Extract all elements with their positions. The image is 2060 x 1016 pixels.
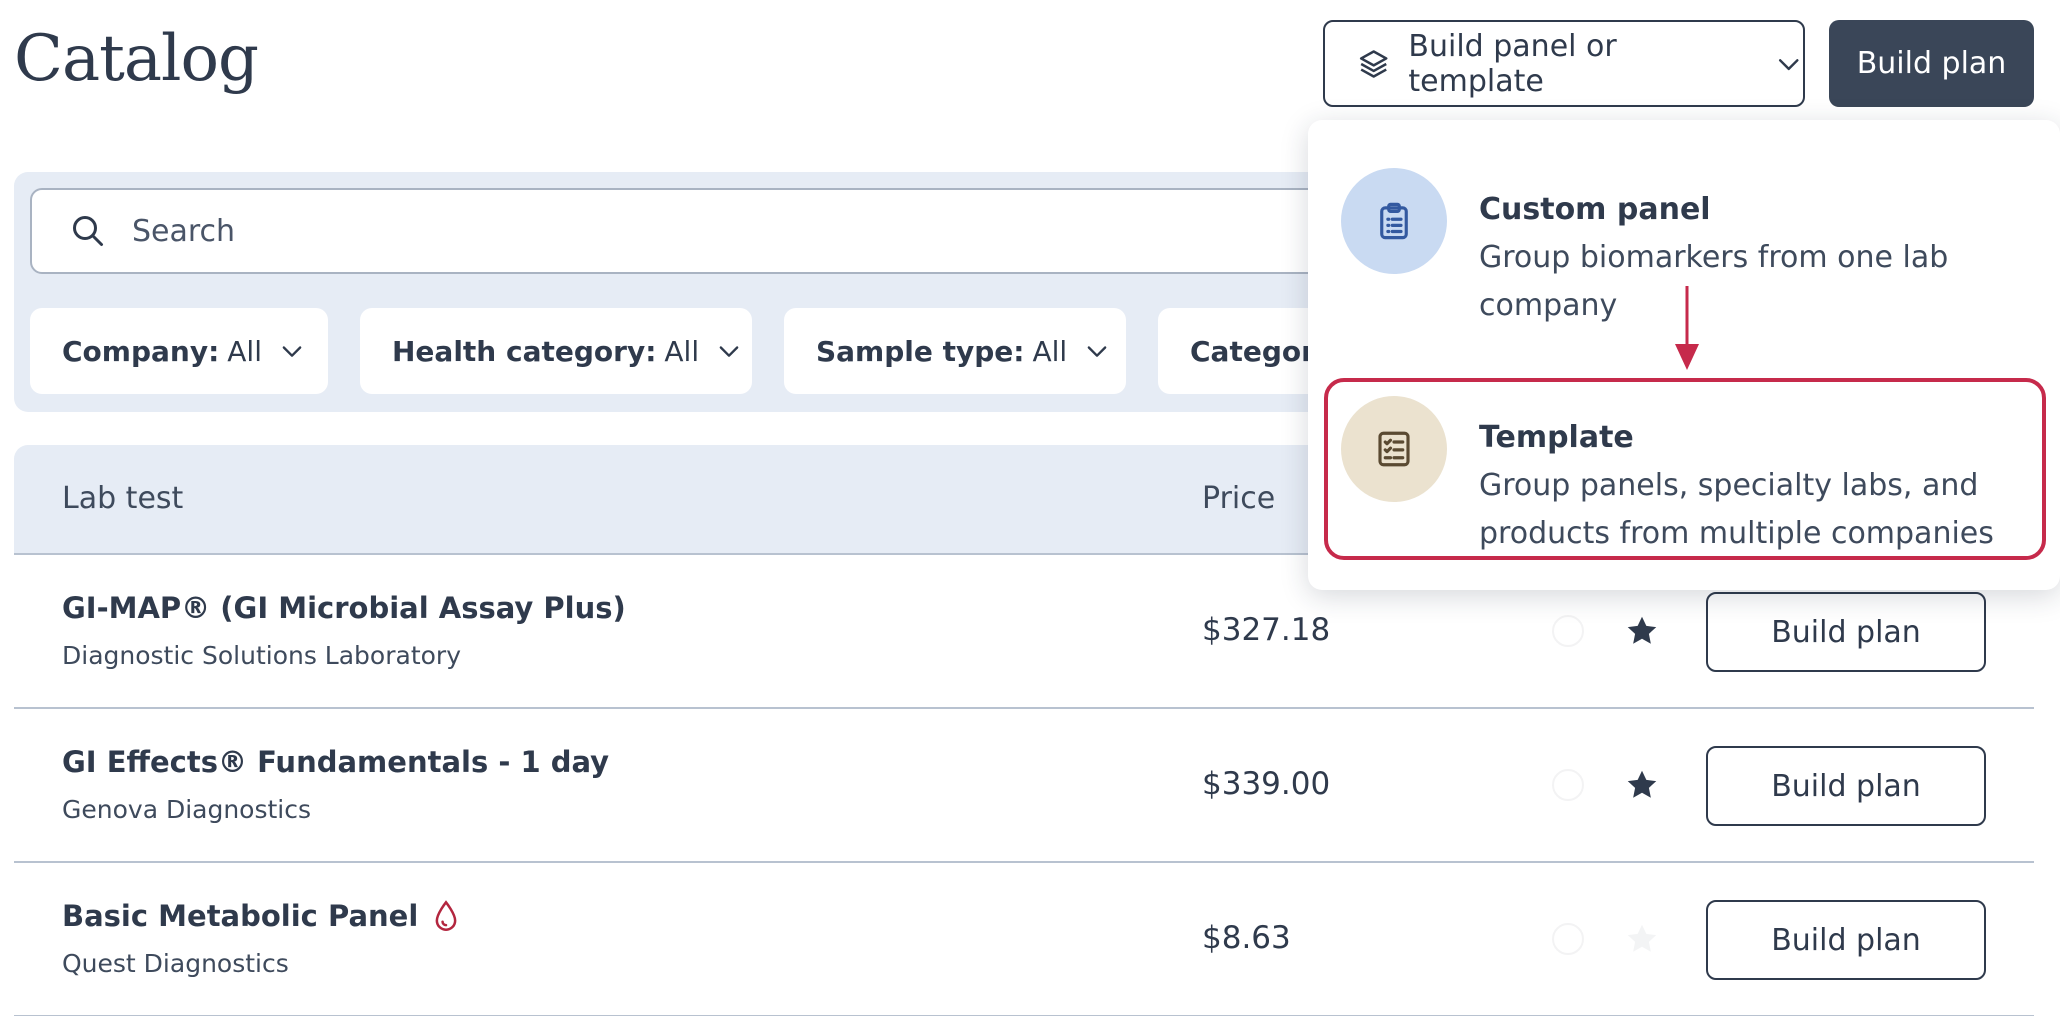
info-icon[interactable] <box>1552 923 1584 955</box>
column-header-price: Price <box>1202 481 1276 516</box>
blood-drop-icon <box>435 900 457 931</box>
lab-company: Quest Diagnostics <box>62 949 289 978</box>
chevron-down-icon <box>282 346 302 357</box>
chevron-down-icon <box>719 346 739 357</box>
lab-test-name: GI Effects® Fundamentals - 1 day <box>62 745 610 779</box>
chevron-down-icon <box>1087 346 1107 357</box>
filter-value: All <box>227 334 262 368</box>
table-row[interactable]: Basic Metabolic Panel Quest Diagnostics … <box>14 863 2034 1016</box>
lab-test-name: Basic Metabolic Panel <box>62 899 460 933</box>
layers-icon <box>1359 49 1388 78</box>
star-icon[interactable] <box>1624 767 1660 803</box>
filter-value: All <box>664 334 700 368</box>
filter-health-category[interactable]: Health category: All <box>360 308 752 394</box>
lab-company: Diagnostic Solutions Laboratory <box>62 641 461 670</box>
clipboard-list-icon <box>1380 202 1408 240</box>
info-icon[interactable] <box>1552 769 1584 801</box>
filter-label: Sample type: <box>816 334 1025 368</box>
filter-company[interactable]: Company: All <box>30 308 328 394</box>
star-icon[interactable] <box>1624 613 1660 649</box>
row-build-plan-button[interactable]: Build plan <box>1706 900 1986 980</box>
search-box[interactable] <box>30 188 1530 274</box>
menu-item-title: Custom panel <box>1479 192 1711 227</box>
build-dropdown-label: Build panel or template <box>1408 28 1617 99</box>
info-icon[interactable] <box>1552 615 1584 647</box>
filter-sample-type[interactable]: Sample type: All <box>784 308 1126 394</box>
page-title: Catalog <box>14 22 259 96</box>
table-row[interactable]: GI Effects® Fundamentals - 1 day Genova … <box>14 709 2034 863</box>
lab-price: $8.63 <box>1202 920 1291 956</box>
build-plan-button[interactable]: Build plan <box>1829 20 2034 107</box>
custom-panel-icon-bubble <box>1341 168 1447 274</box>
filter-label: Company: <box>62 334 220 368</box>
build-panel-or-template-dropdown[interactable]: Build panel or template <box>1323 20 1805 107</box>
row-build-plan-button[interactable]: Build plan <box>1706 746 1986 826</box>
search-icon <box>73 216 103 246</box>
star-outline-icon[interactable] <box>1624 921 1660 957</box>
lab-price: $339.00 <box>1202 766 1331 802</box>
filter-label: Health category: <box>392 334 657 368</box>
build-options-dropdown-menu: Custom panel Group biomarkers from one l… <box>1308 120 2060 590</box>
arrow-down-icon <box>1675 286 1699 370</box>
lab-price: $327.18 <box>1202 612 1331 648</box>
filter-value: All <box>1032 334 1068 368</box>
lab-test-name: GI-MAP® (GI Microbial Assay Plus) <box>62 591 626 625</box>
lab-company: Genova Diagnostics <box>62 795 312 824</box>
column-header-lab-test: Lab test <box>62 481 184 516</box>
search-input[interactable] <box>132 213 1432 249</box>
menu-item-description: Group biomarkers from one lab company <box>1479 240 1949 323</box>
template-highlight-box <box>1324 378 2046 560</box>
chevron-down-icon <box>1778 58 1799 70</box>
row-build-plan-button[interactable]: Build plan <box>1706 592 1986 672</box>
